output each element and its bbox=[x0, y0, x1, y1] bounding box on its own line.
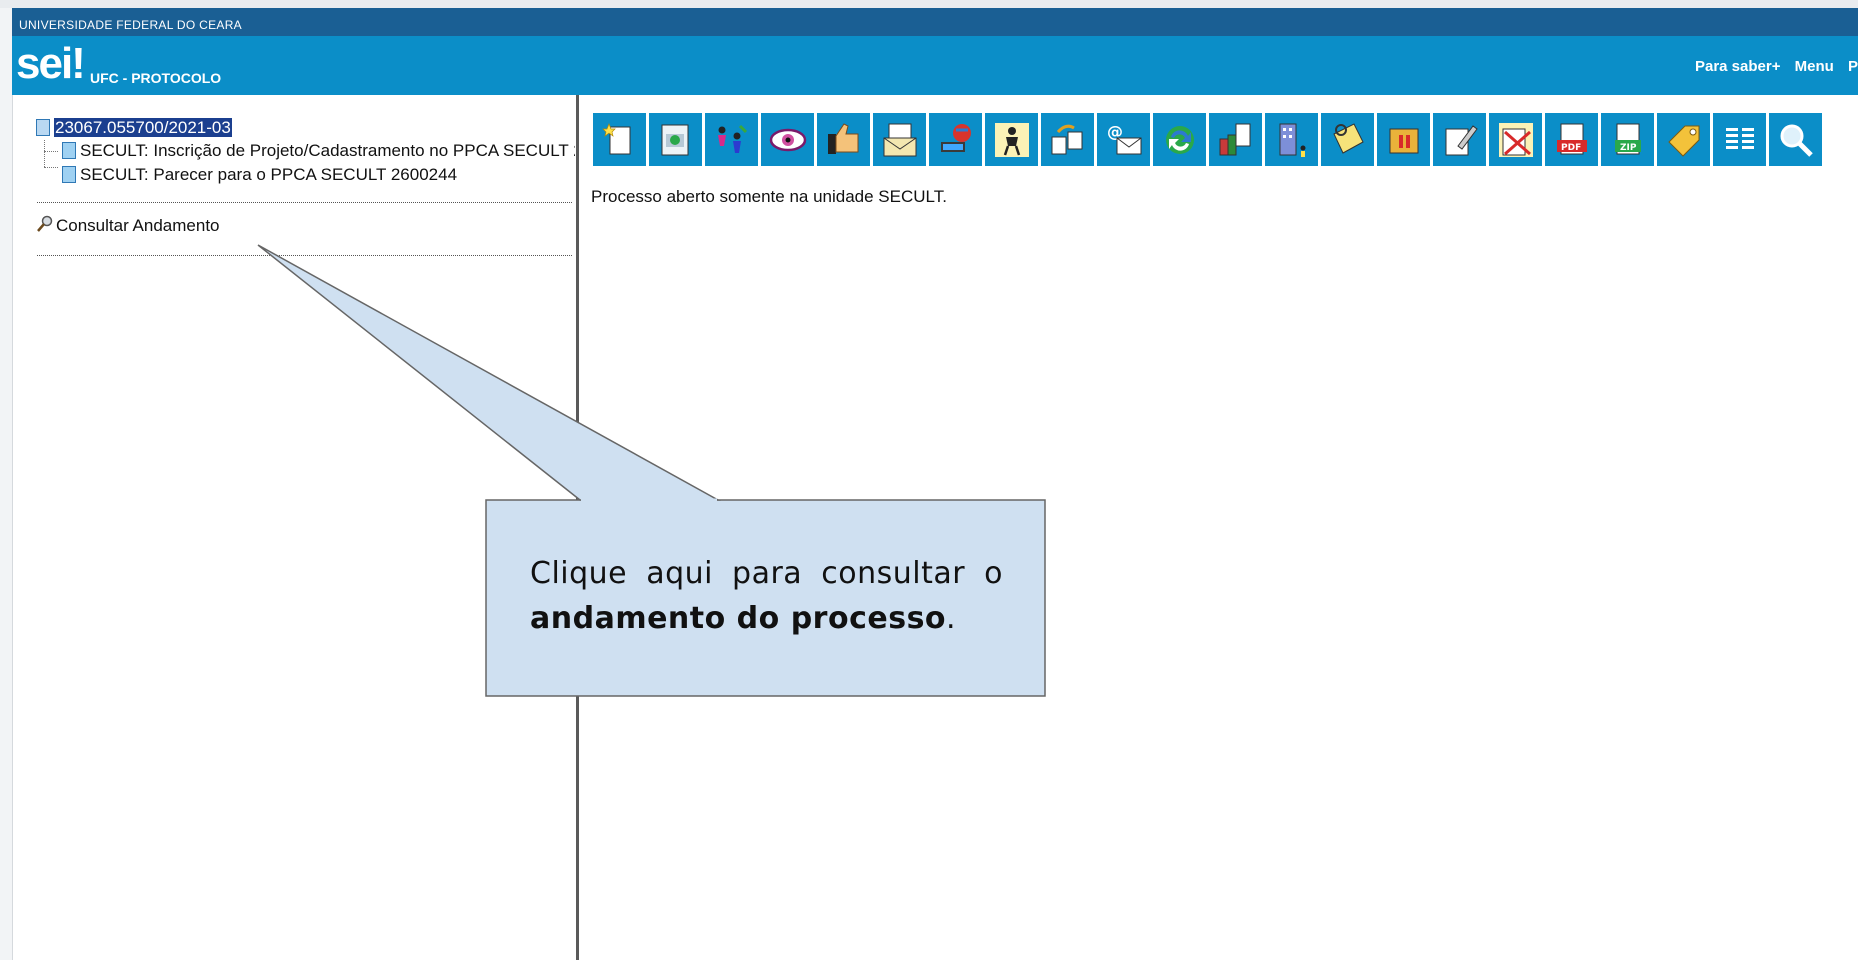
move-documents-icon bbox=[1051, 124, 1082, 154]
follow-up-button[interactable] bbox=[761, 113, 814, 166]
document-icon bbox=[62, 166, 76, 183]
pane-divider[interactable] bbox=[576, 95, 579, 960]
svg-text:ZIP: ZIP bbox=[1620, 143, 1637, 153]
cancel-process-icon bbox=[1498, 122, 1533, 157]
window-top-strip bbox=[0, 0, 1858, 8]
approve-icon bbox=[827, 122, 858, 154]
organization-bar: UNIVERSIDADE FEDERAL DO CEARA bbox=[12, 8, 1858, 36]
send-email-button[interactable]: @ bbox=[1097, 113, 1150, 166]
move-documents-button[interactable] bbox=[1041, 113, 1094, 166]
menu-link[interactable]: Menu bbox=[1795, 58, 1834, 75]
process-tree-pane: 23067.055700/2021-03 SECULT: Inscrição d… bbox=[12, 95, 575, 960]
generate-zip-button[interactable]: ZIP bbox=[1601, 113, 1654, 166]
include-in-block-button[interactable] bbox=[1209, 113, 1262, 166]
svg-text:PDF: PDF bbox=[1561, 143, 1581, 153]
start-related-process-button[interactable] bbox=[649, 113, 702, 166]
sei-logo[interactable]: sei! bbox=[16, 42, 86, 86]
document-label[interactable]: SECULT: Inscrição de Projeto/Cadastramen… bbox=[80, 141, 575, 160]
relate-process-icon bbox=[1165, 125, 1194, 154]
tree-connector bbox=[44, 151, 58, 152]
top-links: Para saber+ Menu P bbox=[1685, 58, 1858, 75]
truncated-link[interactable]: P bbox=[1848, 58, 1858, 75]
callout-text-part: Clique aqui para consultar o bbox=[530, 556, 1003, 591]
new-document-button[interactable] bbox=[593, 113, 646, 166]
unit-name[interactable]: UFC - PROTOCOLO bbox=[90, 70, 221, 86]
document-label[interactable]: SECULT: Parecer para o PPCA SECULT 26002… bbox=[80, 165, 457, 184]
assign-user-icon bbox=[994, 122, 1029, 157]
process-icon bbox=[36, 119, 50, 136]
search-button[interactable] bbox=[1769, 113, 1822, 166]
new-document-icon bbox=[601, 122, 630, 154]
annotation-icon bbox=[1332, 122, 1364, 154]
cancel-process-button[interactable] bbox=[1489, 113, 1542, 166]
edit-process-button[interactable] bbox=[1433, 113, 1486, 166]
assign-user-button[interactable] bbox=[985, 113, 1038, 166]
list-view-icon bbox=[1725, 127, 1754, 149]
generate-zip-icon: ZIP bbox=[1614, 123, 1641, 154]
tree-document-item[interactable]: SECULT: Parecer para o PPCA SECULT 26002… bbox=[62, 164, 457, 186]
tree-connector bbox=[44, 167, 58, 168]
callout-text-end: . bbox=[946, 601, 957, 636]
edit-process-icon bbox=[1445, 124, 1478, 155]
marker-icon bbox=[1667, 125, 1699, 157]
suspend-process-icon bbox=[1389, 128, 1418, 153]
marker-button[interactable] bbox=[1657, 113, 1710, 166]
process-number[interactable]: 23067.055700/2021-03 bbox=[54, 118, 232, 137]
process-status-text: Processo aberto somente na unidade SECUL… bbox=[591, 187, 947, 206]
consult-progress-link[interactable]: Consultar Andamento bbox=[36, 215, 220, 237]
organization-button[interactable] bbox=[1265, 113, 1318, 166]
update-progress-button[interactable] bbox=[929, 113, 982, 166]
callout-text-bold: andamento do processo bbox=[530, 601, 947, 636]
send-process-button[interactable] bbox=[873, 113, 926, 166]
callout-text: Clique aqui para consultar o andamento d… bbox=[530, 551, 1003, 641]
relate-process-button[interactable] bbox=[1153, 113, 1206, 166]
start-related-process-icon bbox=[661, 124, 688, 155]
tree-separator bbox=[37, 202, 572, 203]
follow-up-icon bbox=[769, 128, 806, 151]
include-in-block-icon bbox=[1219, 123, 1250, 155]
send-process-icon bbox=[883, 123, 916, 156]
app-header: sei! UFC - PROTOCOLO Para saber+ Menu P bbox=[12, 36, 1858, 95]
assign-process-button[interactable] bbox=[705, 113, 758, 166]
suspend-process-button[interactable] bbox=[1377, 113, 1430, 166]
approve-button[interactable] bbox=[817, 113, 870, 166]
organization-name: UNIVERSIDADE FEDERAL DO CEARA bbox=[19, 18, 242, 32]
consult-progress-label[interactable]: Consultar Andamento bbox=[56, 216, 220, 235]
tree-connector bbox=[44, 140, 45, 167]
tree-document-item[interactable]: SECULT: Inscrição de Projeto/Cadastramen… bbox=[62, 140, 575, 162]
para-saber-link[interactable]: Para saber+ bbox=[1695, 58, 1780, 75]
list-view-button[interactable] bbox=[1713, 113, 1766, 166]
send-email-icon: @ bbox=[1107, 122, 1141, 154]
magnifier-icon bbox=[37, 215, 53, 232]
organization-icon bbox=[1279, 123, 1305, 157]
generate-pdf-button[interactable]: PDF bbox=[1545, 113, 1598, 166]
document-icon bbox=[62, 142, 76, 159]
update-progress-icon bbox=[940, 123, 971, 152]
tree-process-node[interactable]: 23067.055700/2021-03 bbox=[36, 117, 232, 139]
generate-pdf-icon: PDF bbox=[1556, 123, 1587, 154]
assign-process-icon bbox=[717, 124, 747, 153]
tree-separator bbox=[37, 255, 572, 256]
annotation-button[interactable] bbox=[1321, 113, 1374, 166]
search-icon bbox=[1780, 124, 1813, 157]
